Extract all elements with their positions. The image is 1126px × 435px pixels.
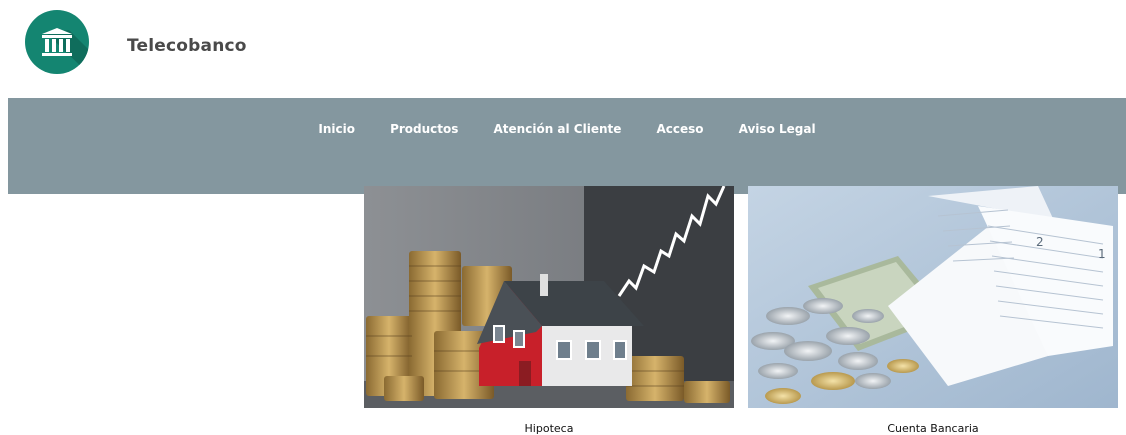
nav-item-inicio[interactable]: Inicio: [318, 122, 355, 136]
product-caption-hipoteca[interactable]: Hipoteca: [364, 422, 734, 435]
nav-menu: Inicio Productos Atención al Cliente Acc…: [8, 118, 1126, 137]
main-navbar: Inicio Productos Atención al Cliente Acc…: [8, 98, 1126, 194]
nav-item-acceso[interactable]: Acceso: [656, 122, 703, 136]
hipoteca-image[interactable]: [364, 186, 734, 408]
svg-text:1: 1: [1098, 247, 1106, 261]
nav-item-atencion-cliente[interactable]: Atención al Cliente: [494, 122, 622, 136]
product-card-hipoteca[interactable]: Hipoteca: [364, 186, 734, 435]
bank-building-icon: [42, 28, 89, 74]
product-card-cuenta-bancaria[interactable]: 2 1 Cuenta Bancaria: [748, 186, 1118, 435]
brand-name[interactable]: Telecobanco: [127, 36, 247, 56]
cuenta-bancaria-image[interactable]: 2 1: [748, 186, 1118, 408]
bank-logo[interactable]: [25, 10, 89, 74]
product-caption-cuenta-bancaria[interactable]: Cuenta Bancaria: [748, 422, 1118, 435]
nav-item-productos[interactable]: Productos: [390, 122, 458, 136]
svg-text:2: 2: [1036, 235, 1044, 249]
nav-item-aviso-legal[interactable]: Aviso Legal: [739, 122, 816, 136]
